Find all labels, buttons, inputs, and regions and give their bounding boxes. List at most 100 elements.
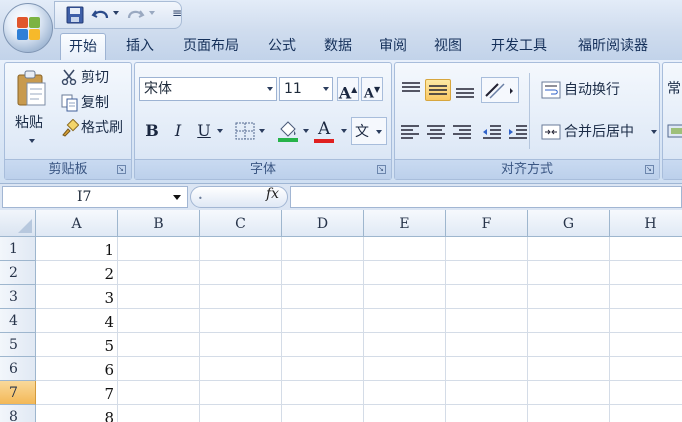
cell-e8[interactable] — [364, 405, 446, 422]
tab-home[interactable]: 开始 — [60, 33, 106, 60]
cut-button[interactable]: 剪切 — [59, 66, 131, 90]
row-header-5[interactable]: 5 — [0, 333, 36, 357]
column-header-c[interactable]: C — [200, 210, 282, 237]
undo-icon[interactable] — [91, 5, 111, 25]
column-header-f[interactable]: F — [446, 210, 528, 237]
cell-c4[interactable] — [200, 309, 282, 333]
row-header-6[interactable]: 6 — [0, 357, 36, 381]
row-header-7[interactable]: 7 — [0, 381, 36, 405]
row-header-3[interactable]: 3 — [0, 285, 36, 309]
tab-formulas[interactable]: 公式 — [260, 33, 304, 60]
alignment-launcher-icon[interactable]: ↘ — [645, 165, 654, 174]
format-painter-button[interactable]: 格式刷 — [59, 116, 131, 140]
cell-f6[interactable] — [446, 357, 528, 381]
redo-icon[interactable] — [125, 5, 145, 25]
cell-e6[interactable] — [364, 357, 446, 381]
align-bottom-button[interactable] — [453, 79, 477, 101]
phonetic-guide-button[interactable]: 文 — [351, 117, 387, 145]
copy-button[interactable]: 复制 — [59, 91, 131, 115]
cell-c3[interactable] — [200, 285, 282, 309]
tab-data[interactable]: 数据 — [316, 33, 360, 60]
cell-h8[interactable] — [610, 405, 682, 422]
tab-insert[interactable]: 插入 — [118, 33, 162, 60]
cell-c8[interactable] — [200, 405, 282, 422]
cell-b2[interactable] — [118, 261, 200, 285]
grow-font-button[interactable]: A▲ — [337, 77, 359, 102]
font-launcher-icon[interactable]: ↘ — [377, 165, 386, 174]
row-header-1[interactable]: 1 — [0, 237, 36, 261]
cell-d4[interactable] — [282, 309, 364, 333]
cell-g4[interactable] — [528, 309, 610, 333]
column-header-h[interactable]: H — [610, 210, 682, 237]
cell-f4[interactable] — [446, 309, 528, 333]
column-header-b[interactable]: B — [118, 210, 200, 237]
tab-developer[interactable]: 开发工具 — [482, 33, 556, 60]
select-all-button[interactable] — [0, 210, 36, 237]
cell-c6[interactable] — [200, 357, 282, 381]
cell-b3[interactable] — [118, 285, 200, 309]
insert-function-button[interactable]: fx — [266, 186, 279, 202]
cell-e5[interactable] — [364, 333, 446, 357]
column-header-e[interactable]: E — [364, 210, 446, 237]
wrap-text-button[interactable]: 自动换行 — [537, 77, 653, 103]
customize-quick-access-icon[interactable]: ≡ — [172, 6, 182, 20]
paste-button[interactable]: 粘贴 — [9, 65, 55, 155]
align-middle-button[interactable] — [425, 79, 451, 101]
cell-d8[interactable] — [282, 405, 364, 422]
italic-button[interactable]: I — [167, 119, 189, 143]
cell-a8[interactable]: 8 — [36, 405, 118, 422]
cell-b6[interactable] — [118, 357, 200, 381]
cell-a4[interactable]: 4 — [36, 309, 118, 333]
office-button[interactable] — [3, 3, 53, 53]
cell-h1[interactable] — [610, 237, 682, 261]
font-color-button[interactable]: A — [313, 117, 337, 145]
tab-foxit-reader[interactable]: 福昕阅读器 — [568, 33, 658, 60]
cell-f1[interactable] — [446, 237, 528, 261]
cell-a1[interactable]: 1 — [36, 237, 118, 261]
cell-f2[interactable] — [446, 261, 528, 285]
row-header-8[interactable]: 8 — [0, 405, 36, 422]
cell-b4[interactable] — [118, 309, 200, 333]
borders-dropdown-icon[interactable] — [259, 129, 265, 133]
cell-e4[interactable] — [364, 309, 446, 333]
font-name-select[interactable]: 宋体 — [139, 77, 277, 101]
name-box-dropdown-icon[interactable] — [173, 195, 181, 200]
cell-h4[interactable] — [610, 309, 682, 333]
align-top-button[interactable] — [399, 79, 423, 101]
cell-b7[interactable] — [118, 381, 200, 405]
cell-a3[interactable]: 3 — [36, 285, 118, 309]
cell-f5[interactable] — [446, 333, 528, 357]
cell-a5[interactable]: 5 — [36, 333, 118, 357]
cell-d6[interactable] — [282, 357, 364, 381]
cell-d5[interactable] — [282, 333, 364, 357]
clipboard-launcher-icon[interactable]: ↘ — [117, 165, 126, 174]
cell-d3[interactable] — [282, 285, 364, 309]
cell-b8[interactable] — [118, 405, 200, 422]
redo-dropdown-icon[interactable] — [149, 11, 155, 15]
underline-button[interactable]: U — [193, 119, 215, 143]
cell-g8[interactable] — [528, 405, 610, 422]
increase-indent-button[interactable] — [507, 121, 529, 143]
column-header-g[interactable]: G — [528, 210, 610, 237]
cell-f3[interactable] — [446, 285, 528, 309]
align-center-button[interactable] — [425, 121, 447, 143]
cell-a7[interactable]: 7 — [36, 381, 118, 405]
cell-f8[interactable] — [446, 405, 528, 422]
cell-e1[interactable] — [364, 237, 446, 261]
save-icon[interactable] — [65, 5, 85, 25]
decrease-indent-button[interactable] — [481, 121, 503, 143]
cell-c1[interactable] — [200, 237, 282, 261]
cell-c2[interactable] — [200, 261, 282, 285]
cell-b1[interactable] — [118, 237, 200, 261]
cell-c5[interactable] — [200, 333, 282, 357]
column-header-d[interactable]: D — [282, 210, 364, 237]
row-header-2[interactable]: 2 — [0, 261, 36, 285]
align-left-button[interactable] — [399, 121, 421, 143]
cell-f7[interactable] — [446, 381, 528, 405]
orientation-button[interactable] — [481, 77, 519, 103]
cell-g5[interactable] — [528, 333, 610, 357]
fill-color-dropdown-icon[interactable] — [303, 129, 309, 133]
bold-button[interactable]: B — [141, 119, 163, 143]
fill-color-icon[interactable] — [277, 119, 299, 143]
cell-h6[interactable] — [610, 357, 682, 381]
